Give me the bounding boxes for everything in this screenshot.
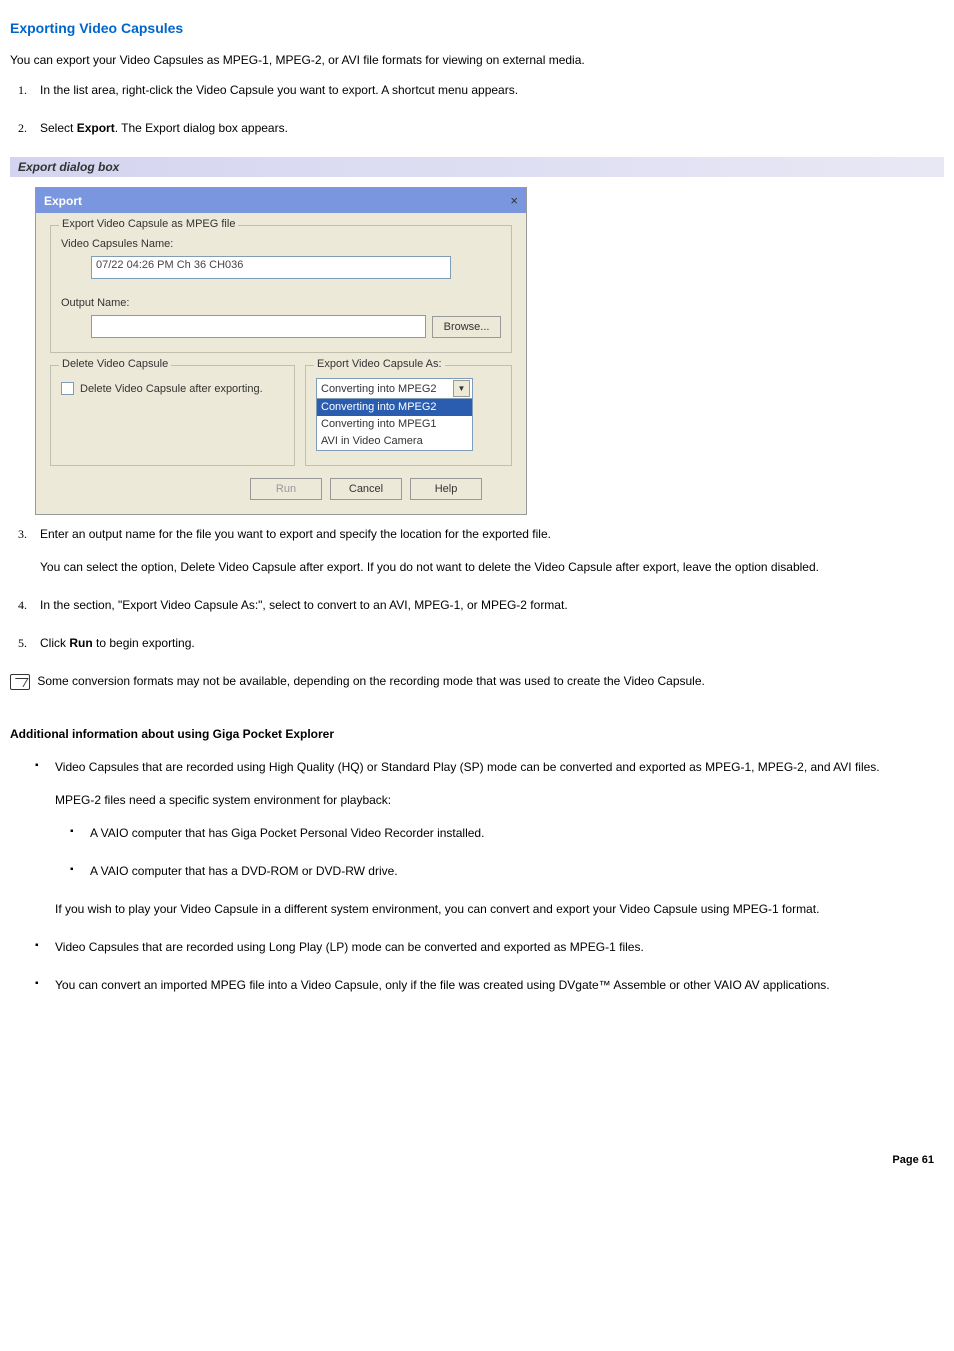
dialog-title-text: Export [44,194,82,208]
intro-paragraph: You can export your Video Capsules as MP… [10,51,944,69]
group-delete-capsule: Delete Video Capsule Delete Video Capsul… [50,365,295,466]
run-button[interactable]: Run [250,478,322,500]
browse-button[interactable]: Browse... [432,316,501,338]
step-3: Enter an output name for the file you wa… [30,525,944,576]
combo-option-avi[interactable]: AVI in Video Camera [317,433,472,450]
step-1: In the list area, right-click the Video … [30,81,944,99]
output-name-input[interactable] [91,315,426,338]
group-export-mpeg: Export Video Capsule as MPEG file Video … [50,225,512,353]
page-number: Page 61 [10,1154,944,1166]
bullet-1-inner-1: A VAIO computer that has Giga Pocket Per… [65,824,944,842]
combo-selected-text: Converting into MPEG2 [321,383,437,395]
export-format-dropdown[interactable]: Converting into MPEG2 ▼ Converting into … [316,378,473,451]
dialog-titlebar[interactable]: Export × [36,188,526,213]
group-export-as-legend: Export Video Capsule As: [314,358,445,370]
note-icon [10,674,30,690]
bullet-1: Video Capsules that are recorded using H… [30,758,944,918]
bullet-1-inner-2: A VAIO computer that has a DVD-ROM or DV… [65,862,944,880]
label-capsule-name: Video Capsules Name: [61,238,501,250]
combo-option-mpeg1[interactable]: Converting into MPEG1 [317,416,472,433]
label-output-name: Output Name: [61,297,501,309]
step-5: Click Run to begin exporting. [30,634,944,652]
combo-option-mpeg2[interactable]: Converting into MPEG2 [317,399,472,416]
figure-caption: Export dialog box [10,157,944,177]
group-export-mpeg-legend: Export Video Capsule as MPEG file [59,218,238,230]
bullet-1-sub1: MPEG-2 files need a specific system envi… [55,791,944,809]
delete-after-export-checkbox[interactable] [61,382,74,395]
capsule-name-input[interactable]: 07/22 04:26 PM Ch 36 CH036 [91,256,451,279]
bullet-1-sub2: If you wish to play your Video Capsule i… [55,900,944,918]
combo-options-list: Converting into MPEG2 Converting into MP… [317,398,472,450]
bullet-3: You can convert an imported MPEG file in… [30,976,944,994]
step-3-note: You can select the option, Delete Video … [40,558,944,576]
close-icon[interactable]: × [510,193,518,208]
export-dialog: Export × Export Video Capsule as MPEG fi… [35,187,527,515]
cancel-button[interactable]: Cancel [330,478,402,500]
step-2: Select Export. The Export dialog box app… [30,119,944,137]
bullet-2: Video Capsules that are recorded using L… [30,938,944,956]
group-export-as: Export Video Capsule As: Converting into… [305,365,512,466]
additional-info-heading: Additional information about using Giga … [10,725,944,743]
note-paragraph: Some conversion formats may not be avail… [10,672,944,690]
page-heading: Exporting Video Capsules [10,20,944,36]
group-delete-legend: Delete Video Capsule [59,358,171,370]
step-4: In the section, "Export Video Capsule As… [30,596,944,614]
chevron-down-icon[interactable]: ▼ [453,380,470,397]
delete-after-export-label: Delete Video Capsule after exporting. [80,383,263,395]
help-button[interactable]: Help [410,478,482,500]
